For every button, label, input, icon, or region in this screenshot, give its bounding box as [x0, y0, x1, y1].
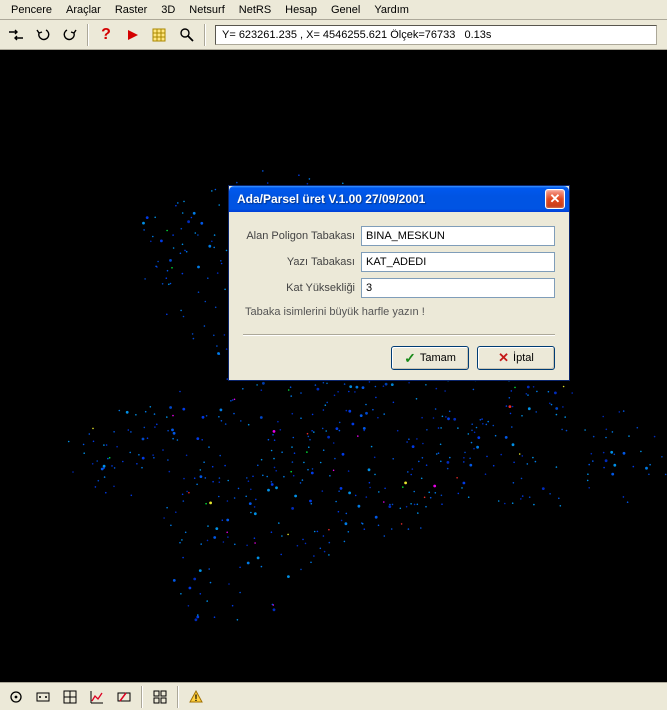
layers-icon[interactable]	[148, 23, 172, 47]
coordinates-display	[215, 25, 657, 45]
separator	[87, 24, 89, 46]
divider	[243, 334, 555, 336]
menu-yardim[interactable]: Yardım	[367, 2, 416, 18]
floor-height-label: Kat Yüksekliği	[243, 282, 361, 294]
menu-3d[interactable]: 3D	[154, 2, 182, 18]
check-icon: ✓	[404, 350, 416, 367]
zoom-icon[interactable]	[175, 23, 199, 47]
dialog-titlebar[interactable]: Ada/Parsel üret V.1.00 27/09/2001 ✕	[229, 186, 569, 212]
svg-text:!: !	[195, 693, 198, 703]
menu-bar: Pencere Araçlar Raster 3D Netsurf NetRS …	[0, 0, 667, 20]
four-squares-icon[interactable]	[148, 685, 172, 709]
separator	[204, 24, 206, 46]
help-icon[interactable]: ?	[94, 23, 118, 47]
menu-hesap[interactable]: Hesap	[278, 2, 324, 18]
floor-height-input[interactable]	[361, 278, 555, 298]
play-icon[interactable]	[121, 23, 145, 47]
text-layer-label: Yazı Tabakası	[243, 256, 361, 268]
text-layer-input[interactable]	[361, 252, 555, 272]
ada-parsel-dialog: Ada/Parsel üret V.1.00 27/09/2001 ✕ Alan…	[228, 185, 570, 381]
menu-netsurf[interactable]: Netsurf	[182, 2, 231, 18]
redo-icon[interactable]	[58, 23, 82, 47]
separator	[141, 686, 143, 708]
menu-araclar[interactable]: Araçlar	[59, 2, 108, 18]
dialog-title: Ada/Parsel üret V.1.00 27/09/2001	[237, 192, 545, 206]
menu-raster[interactable]: Raster	[108, 2, 154, 18]
polygon-layer-input[interactable]	[361, 226, 555, 246]
chart-icon[interactable]	[85, 685, 109, 709]
warning-icon[interactable]: !	[184, 685, 208, 709]
dialog-body: Alan Poligon Tabakası Yazı Tabakası Kat …	[229, 212, 569, 380]
grid-icon[interactable]	[58, 685, 82, 709]
menu-netrs[interactable]: NetRS	[232, 2, 278, 18]
map-canvas[interactable]: Ada/Parsel üret V.1.00 27/09/2001 ✕ Alan…	[0, 50, 667, 682]
arrows-icon[interactable]	[4, 23, 28, 47]
dialog-hint: Tabaka isimlerini büyük harfle yazın !	[245, 306, 555, 318]
ok-button-label: Tamam	[420, 352, 456, 364]
close-icon[interactable]: ✕	[545, 189, 565, 209]
cancel-button-label: İptal	[513, 352, 534, 364]
cancel-button[interactable]: ✕ İptal	[477, 346, 555, 370]
x-icon: ✕	[498, 350, 509, 366]
circle-tool-icon[interactable]	[4, 685, 28, 709]
ok-button[interactable]: ✓ Tamam	[391, 346, 469, 370]
undo-icon[interactable]	[31, 23, 55, 47]
menu-genel[interactable]: Genel	[324, 2, 367, 18]
polygon-layer-label: Alan Poligon Tabakası	[243, 230, 361, 242]
bottom-toolbar: !	[0, 682, 667, 710]
main-toolbar: ?	[0, 20, 667, 50]
menu-pencere[interactable]: Pencere	[4, 2, 59, 18]
rect-dots-icon[interactable]	[31, 685, 55, 709]
separator	[177, 686, 179, 708]
line-edit-icon[interactable]	[112, 685, 136, 709]
